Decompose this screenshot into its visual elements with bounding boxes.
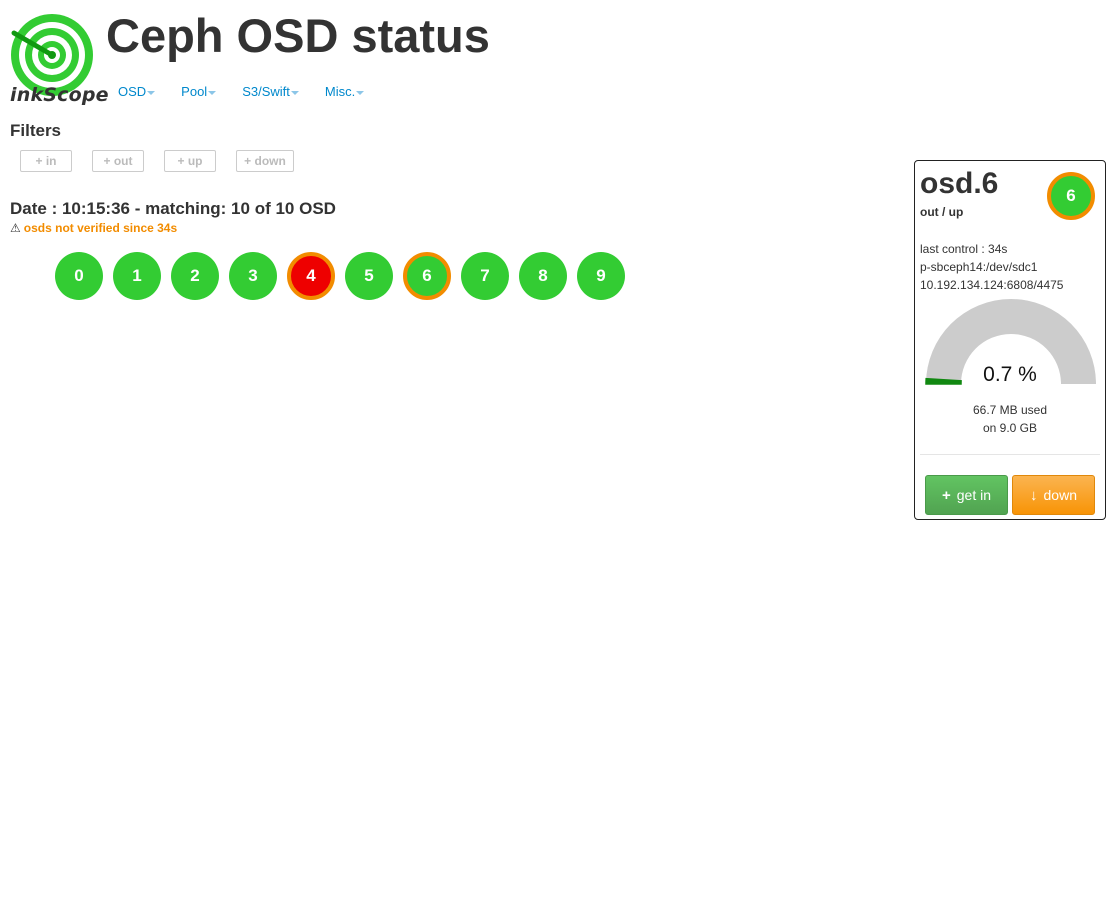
osd-circle-1[interactable]: 1: [113, 252, 161, 300]
filter-down-button[interactable]: + down: [236, 150, 294, 172]
nav-item-osd[interactable]: OSD: [118, 84, 156, 99]
osd-circle-3[interactable]: 3: [229, 252, 277, 300]
warning-text: osds not verified since 34s: [23, 221, 178, 235]
chevron-down-icon: [147, 90, 156, 95]
filter-out-button[interactable]: + out: [92, 150, 144, 172]
logo-text: inkScope: [10, 84, 109, 106]
osd-circle-6[interactable]: 6: [403, 252, 451, 300]
used-amount: 66.7 MB used: [972, 403, 1048, 417]
nav-item-misc[interactable]: Misc.: [324, 84, 365, 99]
down-button[interactable]: ↓ down: [1012, 475, 1095, 515]
osd-circle-4[interactable]: 4: [287, 252, 335, 300]
total-amount: on 9.0 GB: [982, 421, 1038, 435]
page-title: Ceph OSD status: [106, 9, 490, 62]
nav-item-label: Pool: [181, 84, 208, 99]
arrow-down-icon: ↓: [1030, 486, 1038, 504]
osd-state: out / up: [920, 205, 964, 219]
filter-in-button[interactable]: + in: [20, 150, 72, 172]
nav-item-pool[interactable]: Pool: [181, 84, 217, 99]
down-label: down: [1043, 487, 1077, 503]
get-in-button[interactable]: + get in: [925, 475, 1008, 515]
nav-item-s3-swift[interactable]: S3/Swift: [242, 84, 299, 99]
divider: [920, 454, 1100, 455]
chevron-down-icon: [356, 90, 365, 95]
date-matching-line: Date : 10:15:36 - matching: 10 of 10 OSD: [10, 199, 336, 218]
warning-triangle-icon: ⚠: [10, 221, 21, 235]
osd-detail-panel: osd.6 out / up 6 last control : 34s p-sb…: [914, 160, 1106, 520]
osd-badge: 6: [1047, 172, 1095, 220]
osd-circle-7[interactable]: 7: [461, 252, 509, 300]
nav-item-label: Misc.: [324, 84, 356, 99]
chevron-down-icon: [208, 90, 217, 95]
osd-name: osd.6: [920, 167, 999, 200]
nav-item-label: S3/Swift: [242, 84, 290, 99]
filter-up-button[interactable]: + up: [164, 150, 216, 172]
osd-circle-0[interactable]: 0: [55, 252, 103, 300]
warning-message: ⚠ osds not verified since 34s: [10, 221, 177, 235]
gauge-value: 0.7 %: [983, 363, 1037, 386]
nav-item-label: OSD: [118, 84, 147, 99]
main-nav: OSD Pool S3/Swift Misc.: [118, 84, 390, 99]
filters-title: Filters: [10, 121, 62, 140]
osd-circle-9[interactable]: 9: [577, 252, 625, 300]
plus-icon: +: [941, 486, 951, 504]
osd-circle-8[interactable]: 8: [519, 252, 567, 300]
host-device: p-sbceph14:/dev/sdc1: [920, 260, 1038, 274]
chevron-down-icon: [290, 90, 299, 95]
get-in-label: get in: [956, 487, 991, 503]
osd-circle-5[interactable]: 5: [345, 252, 393, 300]
usage-text: 66.7 MB used on 9.0 GB: [915, 401, 1105, 437]
osd-circle-2[interactable]: 2: [171, 252, 219, 300]
osd-address: 10.192.134.124:6808/4475: [920, 278, 1064, 292]
osd-info: last control : 34s p-sbceph14:/dev/sdc1 …: [920, 240, 1063, 294]
last-control: last control : 34s: [920, 242, 1008, 256]
